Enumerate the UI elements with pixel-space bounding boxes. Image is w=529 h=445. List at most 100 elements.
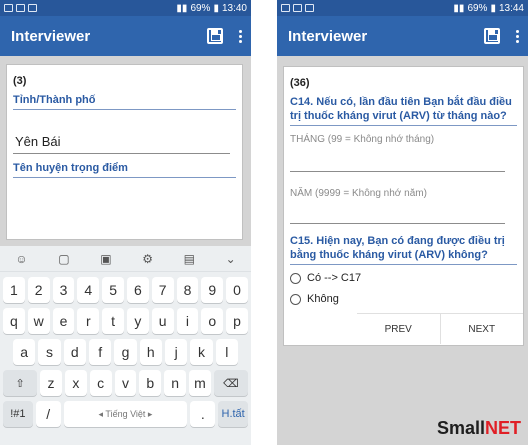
row_numbers-key[interactable]: 3: [52, 277, 75, 303]
row_numbers-key[interactable]: 6: [126, 277, 149, 303]
row_mid-key[interactable]: l: [215, 339, 238, 365]
prev-button[interactable]: PREV: [357, 314, 441, 344]
battery-percent: 69%: [190, 2, 211, 14]
letter-keys: zxcvbnm: [40, 370, 211, 396]
row_top-key[interactable]: t: [102, 308, 124, 334]
app-bar: Interviewer: [277, 16, 528, 56]
question-label-c14: C14. Nếu có, lần đầu tiên Bạn bắt đầu đi…: [290, 96, 512, 122]
clipboard-icon[interactable]: ▤: [184, 252, 195, 266]
row_top-key[interactable]: u: [151, 308, 174, 334]
onscreen-keyboard: ☺ ▢ ▣ ⚙ ▤ ⌄ 1234567890 qwertyuiop asdfgh…: [0, 246, 251, 445]
app-title: Interviewer: [11, 27, 91, 45]
more-vert-icon[interactable]: [516, 29, 520, 43]
notification-icon: [4, 4, 13, 12]
smallnet-logo: SmallNET: [436, 418, 521, 438]
key-row-top: qwertyuiop: [0, 308, 251, 334]
row_top-key[interactable]: q: [3, 308, 25, 334]
row_numbers-key[interactable]: 5: [102, 277, 124, 303]
question-card: (3) Tỉnh/Thành phố Yên Bái Tên huyện trọ…: [6, 64, 243, 240]
row_bottom-key[interactable]: c: [89, 370, 112, 396]
done-key[interactable]: H.tất: [218, 401, 248, 427]
option-yes-label: Có --> C17: [307, 272, 362, 284]
signal-icon: ▮▮: [176, 2, 188, 14]
emoji-icon[interactable]: ☺: [15, 252, 27, 266]
divider: [290, 125, 517, 126]
form-area: (36) C14. Nếu có, lần đầu tiên Bạn bắt đ…: [277, 56, 528, 445]
row_bottom-key[interactable]: z: [40, 370, 62, 396]
next-button[interactable]: NEXT: [441, 314, 524, 344]
row_numbers-key[interactable]: 9: [201, 277, 224, 303]
row_top-key[interactable]: r: [77, 308, 100, 334]
input-underline: [290, 223, 505, 224]
key-row-middle: asdfghjkl: [0, 339, 251, 365]
app-bar: Interviewer: [0, 16, 251, 56]
answer-input-province[interactable]: Yên Bái: [13, 134, 236, 149]
symbols-key[interactable]: !#1: [3, 401, 33, 427]
row_top-key[interactable]: i: [176, 308, 199, 334]
sticker-icon[interactable]: ▢: [58, 252, 69, 266]
divider: [13, 177, 236, 178]
save-icon[interactable]: [484, 28, 500, 44]
space-key[interactable]: ◂ Tiếng Việt ▸: [63, 401, 188, 427]
row_mid-key[interactable]: j: [164, 339, 188, 365]
row_mid-key[interactable]: s: [38, 339, 61, 365]
question-number: (36): [290, 77, 310, 89]
row_mid-key[interactable]: a: [13, 339, 36, 365]
row_top-key[interactable]: e: [52, 308, 75, 334]
row_mid-key[interactable]: f: [88, 339, 112, 365]
row_mid-key[interactable]: d: [63, 339, 86, 365]
question-label: Tên huyện trọng điểm: [13, 162, 128, 174]
row_numbers-key[interactable]: 8: [176, 277, 199, 303]
row_numbers-key[interactable]: 1: [3, 277, 25, 303]
shift-key[interactable]: ⇧: [3, 370, 38, 396]
gif-icon[interactable]: ▣: [100, 252, 111, 266]
row_numbers-key[interactable]: 7: [151, 277, 174, 303]
month-input[interactable]: THÁNG (99 = Không nhớ tháng): [290, 134, 517, 145]
row_top-key[interactable]: w: [27, 308, 50, 334]
question-card: (36) C14. Nếu có, lần đầu tiên Bạn bắt đ…: [283, 66, 524, 346]
more-vert-icon[interactable]: [239, 29, 243, 43]
notification-icon: [281, 4, 290, 12]
row_bottom-key[interactable]: v: [114, 370, 137, 396]
form-area: (3) Tỉnh/Thành phố Yên Bái Tên huyện trọ…: [0, 56, 251, 246]
question-label: Tỉnh/Thành phố: [13, 94, 96, 106]
battery-percent: 69%: [467, 2, 488, 14]
settings-icon[interactable]: ⚙: [142, 252, 153, 266]
row_top-key[interactable]: p: [226, 308, 248, 334]
row_numbers-key[interactable]: 2: [27, 277, 50, 303]
question-label-c15: C15. Hiện nay, Bạn có đang được điều trị…: [290, 235, 505, 261]
row_bottom-key[interactable]: b: [139, 370, 162, 396]
row_numbers-key[interactable]: 4: [77, 277, 100, 303]
notification-icon: [305, 4, 314, 12]
row_mid-key[interactable]: g: [114, 339, 137, 365]
input-underline: [13, 153, 230, 154]
row_bottom-key[interactable]: m: [189, 370, 211, 396]
row_numbers-key[interactable]: 0: [226, 277, 248, 303]
option-no[interactable]: Không: [290, 293, 517, 305]
row_top-key[interactable]: y: [126, 308, 149, 334]
row_mid-key[interactable]: h: [139, 339, 162, 365]
phone-screen-right: ▮▮ 69% ▮ 13:44 Interviewer (36) C14. Nếu…: [277, 0, 528, 445]
option-yes[interactable]: Có --> C17: [290, 272, 517, 284]
chevron-down-icon[interactable]: ⌄: [226, 252, 236, 266]
row_bottom-key[interactable]: n: [164, 370, 187, 396]
keyboard-toolbar: ☺ ▢ ▣ ⚙ ▤ ⌄: [0, 246, 251, 272]
save-icon[interactable]: [207, 28, 223, 44]
question-number: (3): [13, 75, 27, 87]
year-input[interactable]: NĂM (9999 = Không nhớ năm): [290, 188, 517, 199]
backspace-key[interactable]: ⌫: [213, 370, 248, 396]
status-bar: ▮▮ 69% ▮ 13:40: [0, 0, 251, 16]
clock: 13:40: [221, 2, 247, 14]
radio-button[interactable]: [290, 272, 301, 284]
divider: [13, 109, 236, 110]
phone-screen-left: ▮▮ 69% ▮ 13:40 Interviewer (3) Tỉnh/Thàn…: [0, 0, 251, 445]
nav-buttons: PREV NEXT: [357, 313, 523, 345]
notification-icon: [28, 4, 37, 12]
slash-key[interactable]: /: [35, 401, 61, 427]
row_top-key[interactable]: o: [201, 308, 224, 334]
period-key[interactable]: .: [190, 401, 216, 427]
row_mid-key[interactable]: k: [190, 339, 213, 365]
row_bottom-key[interactable]: x: [64, 370, 87, 396]
radio-button[interactable]: [290, 293, 301, 305]
status-bar: ▮▮ 69% ▮ 13:44: [277, 0, 528, 16]
